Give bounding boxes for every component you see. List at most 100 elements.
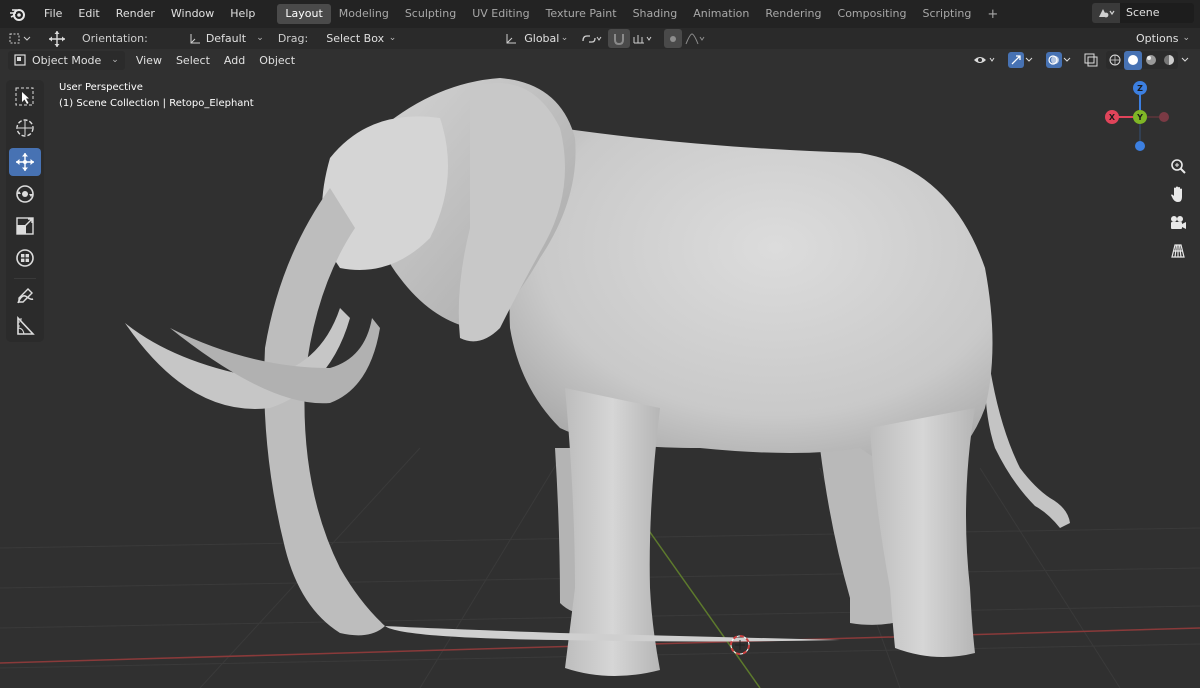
elephant-tail [985,368,1070,528]
drag-dropdown[interactable]: Select Box ⌄ [320,29,403,48]
viewport-menu-object[interactable]: Object [252,54,302,67]
xray-icon [1084,53,1098,67]
tool-settings-dropdown[interactable] [6,29,34,48]
chevron-down-icon: ⌄ [388,33,397,43]
tab-animation[interactable]: Animation [685,4,757,24]
visibility-dropdown[interactable] [970,51,1000,70]
select-box-icon [15,87,34,106]
menu-window[interactable]: Window [163,3,222,25]
menu-edit[interactable]: Edit [70,3,107,25]
measure-tool[interactable] [9,312,41,340]
xray-toggle[interactable] [1080,51,1102,70]
overlays-toggle[interactable] [1042,51,1076,70]
axes-icon [190,33,200,43]
annotate-tool[interactable] [9,282,41,310]
viewport-header: Object Mode ⌄ View Select Add Object [0,49,1200,71]
menu-help[interactable]: Help [222,3,263,25]
tab-rendering[interactable]: Rendering [757,4,829,24]
chevron-down-icon: ⌄ [111,55,119,65]
transform-icon [16,249,34,267]
menu-render[interactable]: Render [108,3,163,25]
tab-sculpting[interactable]: Sculpting [397,4,464,24]
move-gizmo-icon[interactable] [46,29,68,48]
proportional-falloff-dropdown[interactable] [682,29,708,48]
viewport-display-controls [970,50,1192,70]
options-dropdown[interactable]: Options ⌄ [1130,29,1196,48]
select-tool-icon [9,33,31,43]
scene-selector[interactable]: Scene [1092,3,1194,23]
viewport-menu-select[interactable]: Select [169,54,217,67]
zoom-icon[interactable] [1166,154,1190,178]
rotate-tool[interactable] [9,180,41,208]
shading-options-dropdown[interactable] [1178,51,1192,70]
viewport-scene [0,78,1200,688]
3d-viewport[interactable] [0,28,1200,688]
transform-orientation-value: Global [524,32,560,45]
gizmo-neg-x-axis[interactable] [1159,112,1169,122]
orientation-label: Orientation: [82,32,148,45]
overlays-icon [1046,52,1062,68]
snap-increment-icon [633,34,652,43]
global-axes-icon [506,33,517,43]
tab-scripting[interactable]: Scripting [914,4,979,24]
scale-icon [16,217,34,235]
orientation-dropdown[interactable]: Default ⌄ [181,29,270,48]
gizmo-icon [1008,52,1024,68]
gizmo-toggle[interactable] [1004,51,1038,70]
top-menu-bar: File Edit Render Window Help Layout Mode… [0,0,1200,28]
transform-orientation-dropdown[interactable]: Global ⌄ [498,29,575,48]
cursor-icon [16,119,34,137]
scale-tool[interactable] [9,212,41,240]
move-tool[interactable] [9,148,41,176]
cursor-tool[interactable] [9,114,41,142]
solid-shading-icon[interactable] [1124,50,1142,70]
gizmo-z-axis[interactable]: Z [1133,81,1147,95]
drag-value: Select Box [326,32,385,45]
viewport-menu-view[interactable]: View [129,54,169,67]
elephant-near-front-leg [565,388,660,677]
gizmo-y-axis[interactable]: Y [1133,110,1147,124]
measure-icon [17,315,35,335]
menu-file[interactable]: File [36,3,70,25]
tab-layout[interactable]: Layout [277,4,331,24]
scene-name-field[interactable]: Scene [1120,3,1194,23]
hand-icon[interactable] [1166,182,1190,206]
snap-target-dropdown[interactable] [630,29,656,48]
chevron-down-icon: ⌄ [560,33,569,43]
object-mode-icon [14,54,26,66]
tool-settings-header: Orientation: Default ⌄ Drag: Select Box … [0,28,1200,49]
gizmo-neg-z-axis[interactable] [1135,141,1145,151]
eye-icon [974,57,995,63]
tab-shading[interactable]: Shading [625,4,686,24]
tab-compositing[interactable]: Compositing [830,4,915,24]
material-shading-icon[interactable] [1142,51,1160,70]
pivot-point-dropdown[interactable] [578,29,606,48]
viewport-menu-add[interactable]: Add [217,54,252,67]
select-box-tool[interactable] [9,83,41,111]
chevron-down-icon: ⌄ [1182,33,1190,43]
camera-icon[interactable] [1166,211,1190,235]
mode-value: Object Mode [32,53,102,67]
tab-modeling[interactable]: Modeling [331,4,397,24]
gizmo-x-axis[interactable]: X [1105,110,1119,124]
rendered-shading-icon[interactable] [1160,51,1178,70]
tool-shelf [6,80,44,342]
tab-texture-paint[interactable]: Texture Paint [538,4,625,24]
proportional-editing-toggle[interactable] [664,29,683,48]
tab-uv-editing[interactable]: UV Editing [464,4,537,24]
dot-icon [670,35,677,42]
mode-dropdown[interactable]: Object Mode ⌄ [8,50,125,70]
magnet-icon [614,33,625,45]
blender-logo-icon[interactable] [6,3,28,25]
rotate-icon [16,185,34,203]
scene-icon[interactable] [1092,3,1120,23]
view-perspective-label: User Perspective [59,82,143,93]
transform-tool[interactable] [9,244,41,272]
workspace-tabs: Layout Modeling Sculpting UV Editing Tex… [277,3,1002,25]
snap-toggle[interactable] [608,29,631,48]
wireframe-shading-icon[interactable] [1106,51,1124,70]
add-workspace-button[interactable]: + [983,7,1002,22]
navigation-gizmo[interactable]: Z X Y [1102,78,1182,158]
scene-collection-label: (1) Scene Collection | Retopo_Elephant [59,98,254,109]
grid-icon[interactable] [1166,239,1190,263]
